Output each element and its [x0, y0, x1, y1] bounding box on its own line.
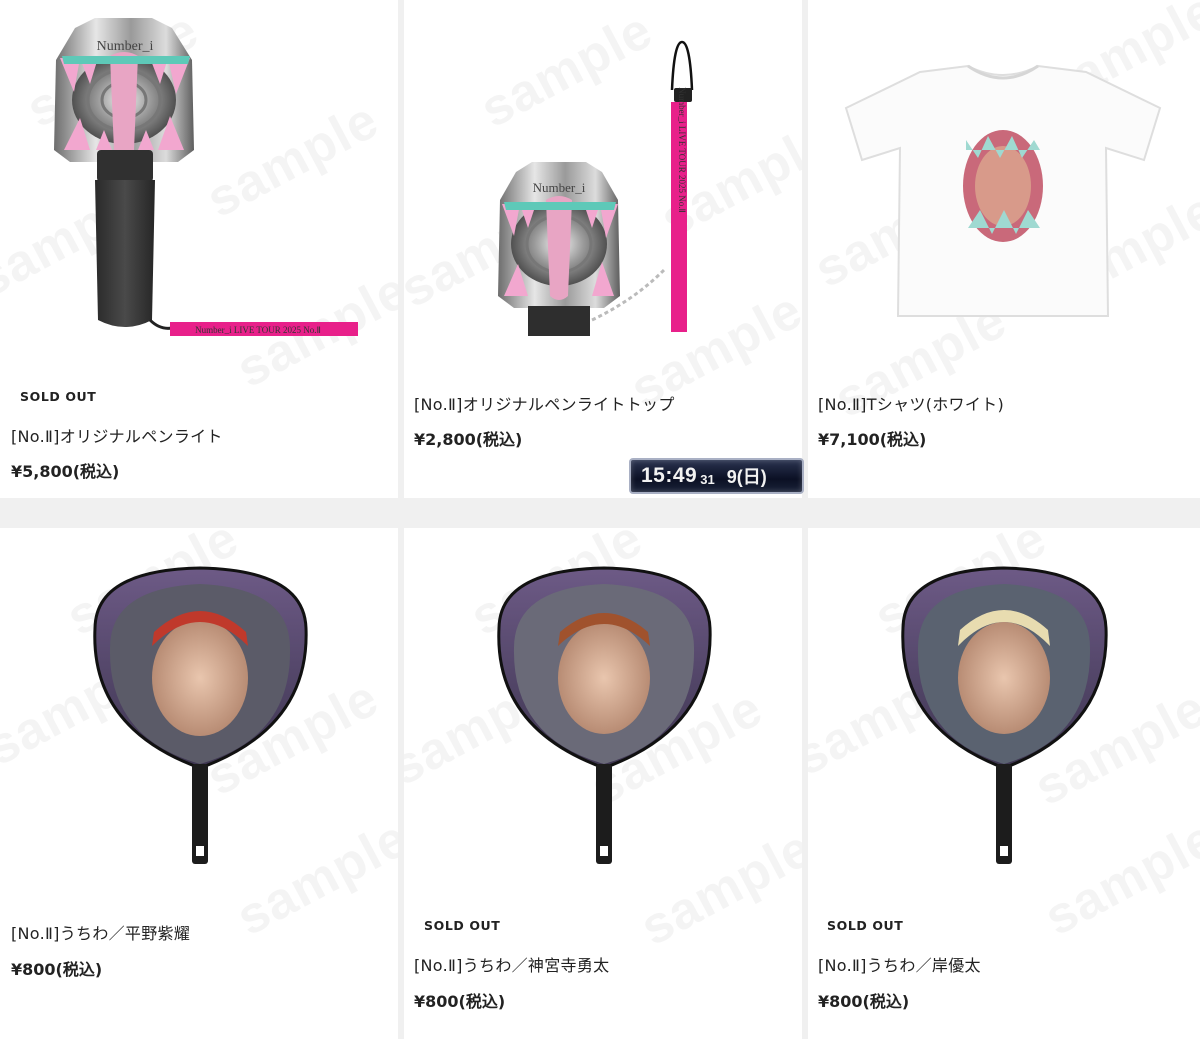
- product-card-penlight[interactable]: sample sample sample sample Number_: [0, 0, 398, 498]
- clock-date: 9(日): [726, 467, 767, 487]
- svg-text:Number_i LIVE TOUR 2025 No.Ⅱ: Number_i LIVE TOUR 2025 No.Ⅱ: [677, 87, 687, 213]
- product-title[interactable]: [No.Ⅱ]うちわ／岸優太: [818, 952, 981, 976]
- product-title[interactable]: [No.Ⅱ]うちわ／神宮寺勇太: [414, 952, 609, 976]
- uchiwa-fan-product-image[interactable]: [404, 528, 802, 888]
- product-title[interactable]: [No.Ⅱ]オリジナルペンライトトップ: [414, 391, 675, 415]
- product-price: ¥800(税込): [11, 960, 103, 979]
- penlight-product-image[interactable]: Number_i Number_i LIVE TOUR 2025 No.Ⅱ: [0, 0, 398, 380]
- product-card-tshirt[interactable]: sample sample sample sample [No.Ⅱ]Tシャツ(ホ…: [808, 0, 1200, 498]
- product-title[interactable]: [No.Ⅱ]うちわ／平野紫耀: [11, 920, 190, 944]
- product-price: ¥800(税込): [414, 992, 506, 1011]
- product-card-uchiwa-kishi[interactable]: sample sample sample sample SOLD OUT [No…: [808, 528, 1200, 1039]
- sold-out-badge: SOLD OUT: [424, 918, 501, 933]
- clock-overlay: 15:49 31 9(日): [629, 458, 804, 494]
- product-title[interactable]: [No.Ⅱ]オリジナルペンライト: [11, 423, 223, 447]
- product-price: ¥5,800(税込): [11, 462, 120, 481]
- svg-text:Number_i: Number_i: [97, 39, 154, 54]
- clock-time: 15:49: [641, 464, 698, 487]
- sold-out-badge: SOLD OUT: [20, 389, 97, 404]
- penlight-top-product-image[interactable]: Number_i Number_i LIVE TOUR 2025 No.Ⅱ: [404, 0, 802, 380]
- svg-text:Number_i: Number_i: [533, 180, 586, 195]
- uchiwa-fan-product-image[interactable]: [808, 528, 1200, 888]
- tshirt-product-image[interactable]: [808, 0, 1200, 380]
- product-title[interactable]: [No.Ⅱ]Tシャツ(ホワイト): [818, 391, 1004, 415]
- sold-out-badge: SOLD OUT: [827, 918, 904, 933]
- product-card-uchiwa-hirano[interactable]: sample sample sample sample [No.Ⅱ]うちわ／平野…: [0, 528, 398, 1039]
- product-price: ¥2,800(税込): [414, 430, 523, 449]
- product-price: ¥800(税込): [818, 992, 910, 1011]
- uchiwa-fan-product-image[interactable]: [0, 528, 398, 888]
- svg-text:Number_i LIVE TOUR 2025 No.Ⅱ: Number_i LIVE TOUR 2025 No.Ⅱ: [195, 325, 321, 335]
- product-card-penlight-top[interactable]: sample sample sample sample Number_i Num…: [404, 0, 802, 498]
- product-price: ¥7,100(税込): [818, 430, 927, 449]
- clock-seconds: 31: [700, 471, 715, 487]
- product-card-uchiwa-jinguji[interactable]: sample sample sample sample SOLD OUT [No…: [404, 528, 802, 1039]
